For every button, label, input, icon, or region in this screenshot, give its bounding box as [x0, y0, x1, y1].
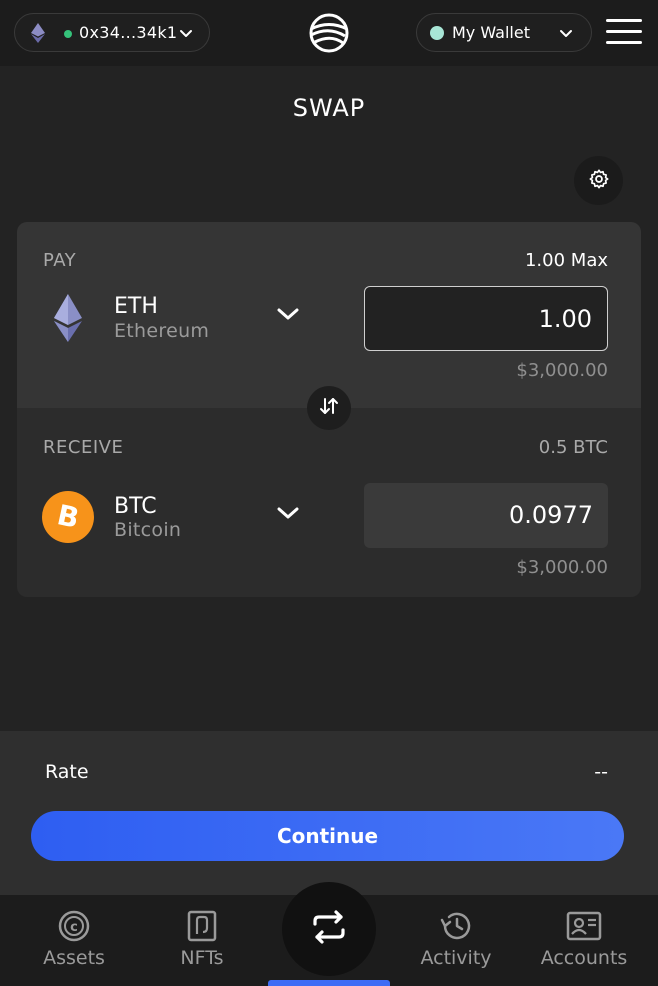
- pay-token-chevron-down-icon[interactable]: [276, 306, 300, 326]
- ethereum-icon: [42, 294, 94, 346]
- tab-assets-label: Assets: [43, 947, 105, 969]
- accounts-icon: [566, 910, 602, 946]
- pay-token-symbol[interactable]: ETH: [114, 294, 158, 319]
- active-tab-indicator: [268, 980, 390, 986]
- chevron-down-icon: [179, 25, 193, 44]
- rate-label: Rate: [45, 761, 89, 783]
- tab-nfts-label: NFTs: [180, 947, 224, 969]
- chevron-down-icon: [559, 25, 573, 44]
- ethereum-icon: [31, 23, 45, 47]
- wallet-selector[interactable]: My Wallet: [416, 13, 592, 52]
- wallet-address: 0x34...34k1: [79, 23, 178, 42]
- receive-section: RECEIVE 0.5 BTC B BTC Bitcoin 0.0977 $3,…: [17, 408, 641, 597]
- tab-swap[interactable]: [282, 882, 376, 976]
- pay-usd-value: $3,000.00: [516, 360, 608, 381]
- hamburger-menu-icon[interactable]: [606, 18, 642, 46]
- rate-value: --: [594, 761, 608, 783]
- wave-logo-icon: [307, 12, 351, 58]
- connection-status-dot: [64, 30, 72, 38]
- continue-button[interactable]: Continue: [31, 811, 624, 861]
- network-account-selector[interactable]: 0x34...34k1: [14, 13, 210, 52]
- page-title: SWAP: [292, 94, 366, 122]
- tab-accounts-label: Accounts: [540, 947, 628, 969]
- bitcoin-icon: B: [42, 491, 94, 547]
- coin-icon: c: [58, 910, 90, 946]
- wallet-color-dot: [430, 26, 444, 40]
- rate-panel: Rate -- Continue: [0, 731, 658, 895]
- receive-label: RECEIVE: [43, 437, 124, 458]
- history-icon: [439, 910, 473, 946]
- pay-max-balance[interactable]: 1.00 Max: [525, 250, 608, 271]
- pay-token-name: Ethereum: [114, 320, 210, 342]
- wallet-name: My Wallet: [452, 23, 530, 42]
- receive-amount-field: 0.0977: [364, 483, 608, 548]
- pay-label: PAY: [43, 250, 77, 271]
- gear-icon: [588, 168, 610, 194]
- tab-accounts[interactable]: Accounts: [528, 895, 640, 986]
- receive-balance: 0.5 BTC: [538, 437, 608, 458]
- receive-usd-value: $3,000.00: [516, 557, 608, 578]
- pay-section: PAY 1.00 Max ETH Ethereum 1.00 $3,000.00: [17, 222, 641, 408]
- receive-token-chevron-down-icon[interactable]: [276, 505, 300, 525]
- swap-arrows-icon: [311, 910, 347, 948]
- settings-button[interactable]: [574, 156, 623, 205]
- top-header: 0x34...34k1 My Wallet: [0, 0, 658, 66]
- pay-amount-input[interactable]: 1.00: [364, 286, 608, 351]
- swap-vertical-arrows-icon: [318, 395, 340, 421]
- tab-activity[interactable]: Activity: [400, 895, 512, 986]
- tab-assets[interactable]: c Assets: [18, 895, 130, 986]
- tab-activity-label: Activity: [420, 947, 492, 969]
- receive-token-symbol[interactable]: BTC: [114, 494, 157, 519]
- receive-token-name: Bitcoin: [114, 519, 182, 541]
- svg-text:c: c: [70, 920, 78, 935]
- tab-nfts[interactable]: NFTs: [146, 895, 258, 986]
- nft-card-icon: [187, 910, 217, 946]
- swap-direction-button[interactable]: [307, 386, 351, 430]
